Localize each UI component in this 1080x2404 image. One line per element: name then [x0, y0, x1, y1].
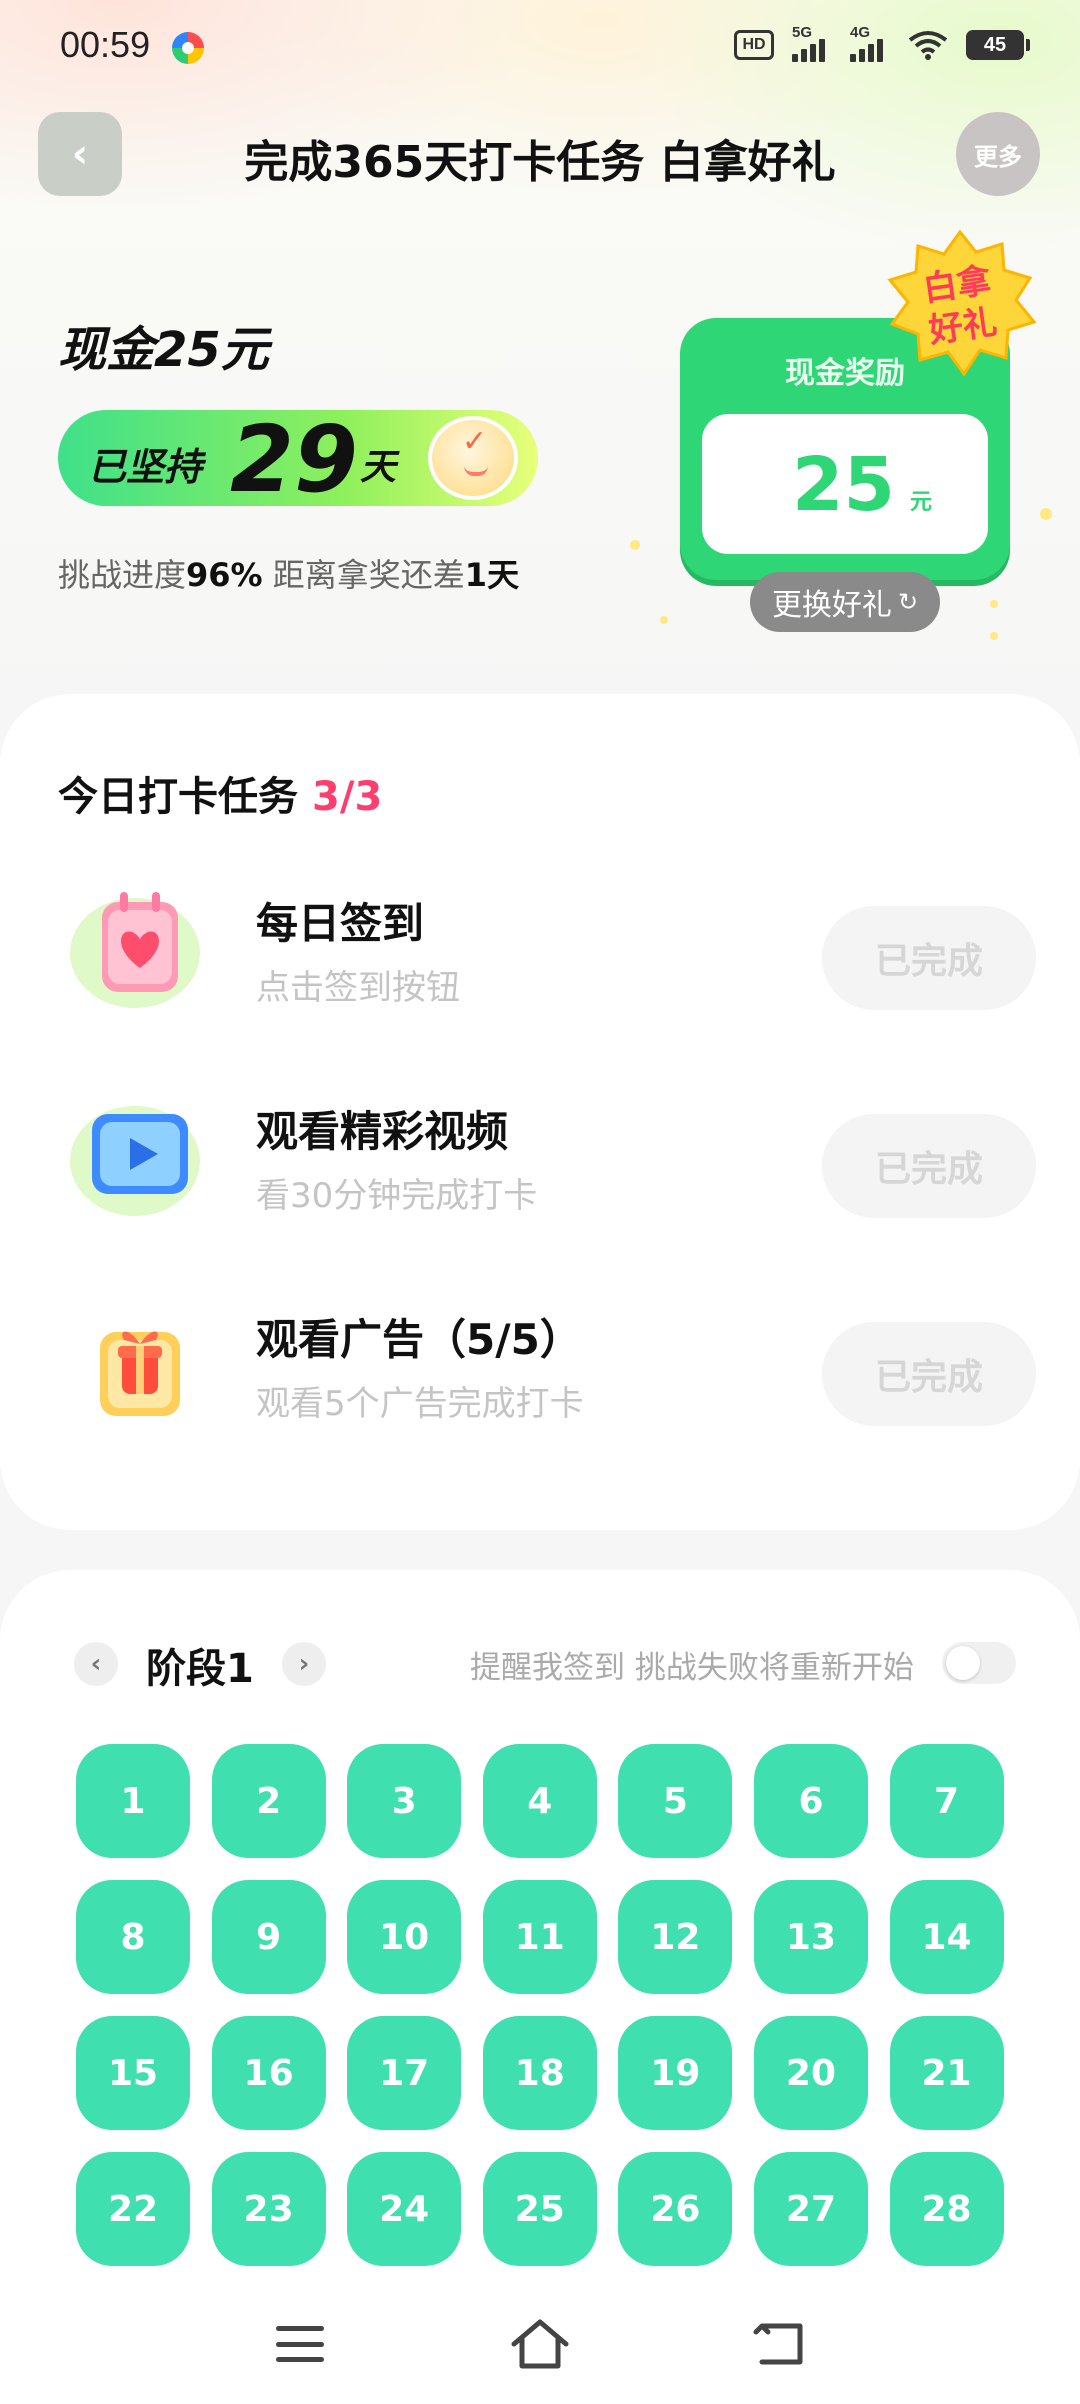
day-cell[interactable]: 20 [753, 2016, 868, 2130]
sparkle-decoration [630, 540, 640, 550]
task-complete-button[interactable]: 已完成 [822, 1114, 1036, 1218]
task-desc: 观看5个广告完成打卡 [256, 1384, 584, 1424]
task-row: 观看广告（5/5） 观看5个广告完成打卡 已完成 [0, 1286, 1080, 1446]
day-cell[interactable]: 25 [482, 2152, 597, 2266]
streak-days: 29 [230, 406, 359, 513]
refresh-icon: ↻ [897, 588, 919, 616]
day-cell[interactable]: 18 [482, 2016, 597, 2130]
reward-amount-panel: 25 元 [702, 414, 988, 554]
task-row: 每日签到 点击签到按钮 已完成 [0, 870, 1080, 1030]
hd-voice-icon: HD [734, 30, 774, 60]
gift-box-icon [70, 1304, 210, 1428]
change-gift-button[interactable]: 更换好礼 ↻ [750, 572, 940, 632]
streak-badge: 已坚持 29 天 ✓ [58, 406, 538, 513]
sparkle-decoration [1040, 508, 1052, 520]
free-gift-stamp: 白拿 好礼 [880, 228, 1040, 378]
task-complete-button[interactable]: 已完成 [822, 1322, 1036, 1426]
status-bar: 00:59 HD 5G 4G 45 [0, 0, 1080, 96]
sparkle-decoration [990, 632, 998, 640]
day-cell[interactable]: 7 [889, 1744, 1004, 1858]
task-name: 每日签到 [256, 899, 425, 948]
status-indicators: HD 5G 4G 45 [734, 24, 1030, 62]
reward-unit: 元 [910, 490, 933, 515]
day-cell[interactable]: 26 [618, 2152, 733, 2266]
menu-icon[interactable] [276, 2326, 324, 2362]
chevron-left-icon: ‹ [90, 1649, 102, 1679]
mascot-icon: ✓ [428, 416, 518, 500]
day-cell[interactable]: 28 [889, 2152, 1004, 2266]
chevron-right-icon: › [298, 1649, 310, 1679]
stage-title: 阶段1 [146, 1646, 254, 1692]
task-name: 观看精彩视频 [256, 1107, 509, 1156]
day-cell[interactable]: 8 [76, 1880, 190, 1994]
daily-tasks-card: 今日打卡任务 3/3 每日签到 点击签到按钮 已完成 观看精彩视频 看30分钟完… [0, 694, 1080, 1530]
app-notification-icon [172, 32, 204, 64]
day-cell[interactable]: 23 [211, 2152, 326, 2266]
day-cell[interactable]: 15 [76, 2016, 190, 2130]
signal-4g-icon: 4G [850, 24, 890, 62]
page-title: 完成365天打卡任务 白拿好礼 [244, 137, 836, 188]
task-complete-button[interactable]: 已完成 [822, 906, 1036, 1010]
day-cell[interactable]: 10 [347, 1880, 462, 1994]
day-cell[interactable]: 11 [482, 1880, 597, 1994]
reminder-toggle[interactable] [942, 1642, 1016, 1684]
remaining-days: 1天 [464, 556, 520, 594]
task-desc: 点击签到按钮 [256, 968, 460, 1008]
sparkle-decoration [990, 600, 998, 608]
day-cell[interactable]: 16 [211, 2016, 326, 2130]
battery-icon: 45 [966, 30, 1030, 60]
next-stage-button[interactable]: › [282, 1642, 326, 1686]
reminder-label: 提醒我签到 挑战失败将重新开始 [470, 1650, 914, 1686]
day-cell[interactable]: 27 [753, 2152, 868, 2266]
day-cell[interactable]: 12 [618, 1880, 733, 1994]
day-cell[interactable]: 22 [76, 2152, 190, 2266]
wifi-icon [908, 30, 948, 60]
day-cell[interactable]: 1 [76, 1744, 190, 1858]
streak-label: 已坚持 [88, 445, 203, 489]
video-play-icon [70, 1096, 210, 1220]
challenge-progress: 挑战进度96% 距离拿奖还差1天 [58, 556, 520, 594]
day-cell[interactable]: 5 [618, 1744, 733, 1858]
day-cell[interactable]: 9 [211, 1880, 326, 1994]
day-cell[interactable]: 14 [889, 1880, 1004, 1994]
task-row: 观看精彩视频 看30分钟完成打卡 已完成 [0, 1078, 1080, 1238]
progress-percent: 96% [186, 556, 263, 594]
day-grid: 1 2 3 4 5 6 7 8 9 10 11 12 13 14 15 16 17 18 19 20 21 22 23 24 2… [76, 1744, 1006, 2266]
day-cell[interactable]: 19 [618, 2016, 733, 2130]
day-cell[interactable]: 24 [347, 2152, 462, 2266]
home-icon[interactable] [508, 2316, 572, 2372]
back-nav-icon[interactable] [752, 2318, 808, 2370]
day-cell[interactable]: 4 [482, 1744, 597, 1858]
day-cell[interactable]: 13 [753, 1880, 868, 1994]
day-cell[interactable]: 17 [347, 2016, 462, 2130]
task-desc: 看30分钟完成打卡 [256, 1176, 538, 1216]
reward-amount: 25 [792, 442, 895, 528]
checkin-calendar-card: ‹ 阶段1 › 提醒我签到 挑战失败将重新开始 1 2 3 4 5 6 7 8 9 10 11 12 1… [0, 1570, 1080, 2404]
day-cell[interactable]: 21 [889, 2016, 1004, 2130]
more-button[interactable]: 更多 [956, 112, 1040, 196]
reward-title: 现金25元 [58, 322, 269, 378]
sparkle-decoration [660, 616, 668, 624]
task-name: 观看广告（5/5） [256, 1315, 582, 1364]
day-cell[interactable]: 3 [347, 1744, 462, 1858]
day-cell[interactable]: 2 [211, 1744, 326, 1858]
tasks-count: 3/3 [312, 774, 383, 820]
system-nav-bar [0, 2280, 1080, 2404]
previous-stage-button[interactable]: ‹ [74, 1642, 118, 1686]
streak-unit: 天 [360, 447, 397, 488]
signal-5g-icon: 5G [792, 24, 832, 62]
day-cell[interactable]: 6 [753, 1744, 868, 1858]
calendar-heart-icon [70, 888, 210, 1012]
tasks-header: 今日打卡任务 3/3 [58, 774, 383, 820]
status-time: 00:59 [60, 24, 151, 65]
